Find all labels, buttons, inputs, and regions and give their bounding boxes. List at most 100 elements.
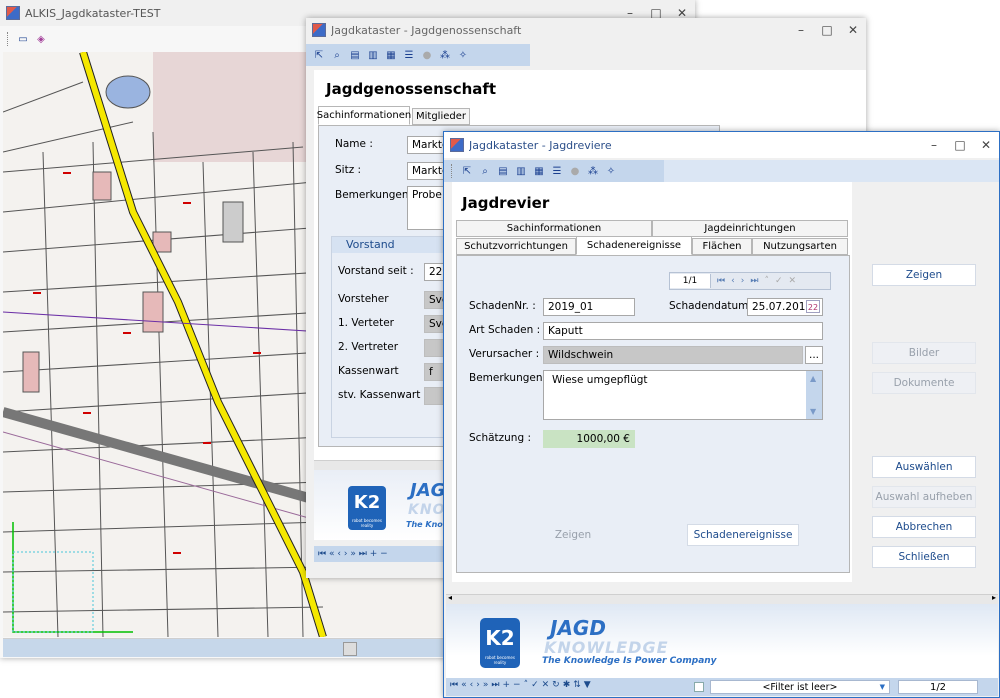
confirm-icon[interactable]: ✓ (775, 276, 783, 286)
jagdrevier-window: Jagdkataster - Jagdreviere – □ ✕ ⇱ ⌕ ▤ ▥… (443, 131, 1000, 698)
app-icon (6, 6, 20, 20)
verursacher-browse-button[interactable]: ... (805, 346, 823, 364)
circle-icon[interactable]: ● (567, 163, 583, 179)
auswaehlen-button[interactable]: Auswählen (872, 456, 976, 478)
add-record-icon[interactable]: + (502, 680, 513, 690)
auswahl-aufheben-button[interactable]: Auswahl aufheben (872, 486, 976, 508)
scroll-left-icon[interactable]: ◂ (448, 593, 452, 602)
schadennr-field[interactable]: 2019_01 (543, 298, 635, 316)
next-record-icon[interactable]: › (476, 680, 483, 690)
abbrechen-button[interactable]: Abbrechen (872, 516, 976, 538)
confirm-icon[interactable]: ✓ (531, 680, 542, 690)
next-page-icon[interactable]: » (350, 549, 356, 559)
tab-schadenereignisse[interactable]: Schadenereignisse (576, 236, 692, 255)
minimize-button[interactable]: – (788, 23, 814, 37)
cancel-icon[interactable]: ✕ (542, 680, 553, 690)
scroll-right-icon[interactable]: ▸ (992, 593, 996, 602)
refresh-icon[interactable]: ↻ (552, 680, 563, 690)
last-record-icon[interactable]: ⏭ (359, 549, 367, 559)
maximize-button[interactable]: □ (947, 138, 973, 152)
zoom-icon[interactable]: ⌕ (477, 163, 493, 179)
star-icon[interactable]: ✱ (563, 680, 574, 690)
add-record-icon[interactable]: + (370, 549, 378, 559)
tab-flaechen[interactable]: Flächen (692, 238, 752, 255)
maximize-button[interactable]: □ (814, 23, 840, 37)
circle-icon[interactable]: ● (419, 47, 435, 63)
close-button[interactable]: ✕ (973, 138, 999, 152)
remove-record-icon[interactable]: − (380, 549, 388, 559)
wand-icon[interactable]: ✧ (603, 163, 619, 179)
art-schaden-field[interactable]: Kaputt (543, 322, 823, 340)
verursacher-field[interactable]: Wildschwein (543, 346, 803, 364)
sort-icon[interactable]: ⇅ (573, 680, 584, 690)
schaetzung-field[interactable]: 1000,00 € (543, 430, 635, 448)
page-title: Jagdrevier (462, 194, 550, 212)
first-record-icon[interactable]: ⏮ (450, 680, 461, 690)
remove-record-icon[interactable]: − (513, 680, 524, 690)
select-icon[interactable]: ⇱ (311, 47, 327, 63)
bemerkungen-text: Wiese umgepflügt (552, 374, 648, 386)
calendar-icon[interactable]: 22 (806, 300, 820, 313)
k2-logo-subtext: robot becomes reality (352, 518, 382, 528)
close-button[interactable]: ✕ (840, 23, 866, 37)
jagdrevier-toolbar: ⇱ ⌕ ▤ ▥ ▦ ☰ ● ⁂ ✧ (444, 160, 668, 182)
first-record-icon[interactable]: ⏮ (717, 276, 725, 286)
next-record-icon[interactable]: › (344, 549, 348, 559)
zoom-icon[interactable]: ⌕ (329, 47, 345, 63)
inner-zeigen-button[interactable]: Zeigen (537, 524, 609, 546)
filter-checkbox[interactable] (694, 682, 704, 692)
bemerkungen-scrollbar[interactable]: ▲ ▼ (806, 371, 822, 419)
table-icon[interactable]: ▦ (531, 163, 547, 179)
first-record-icon[interactable]: ⏮ (318, 549, 326, 559)
print-icon[interactable]: ▤ (495, 163, 511, 179)
cancel-icon[interactable]: ✕ (788, 276, 796, 286)
print-preview-icon[interactable]: ▥ (513, 163, 529, 179)
chevron-down-icon[interactable]: ▼ (880, 681, 885, 694)
print-preview-icon[interactable]: ▥ (365, 47, 381, 63)
bemerkungen-field[interactable]: Wiese umgepflügt ▲ ▼ (543, 370, 823, 420)
prev-record-icon[interactable]: ‹ (337, 549, 341, 559)
tab-sachinformationen[interactable]: Sachinformationen (317, 106, 411, 125)
network-icon[interactable]: ⁂ (437, 47, 453, 63)
tab-mitglieder[interactable]: Mitglieder (412, 108, 470, 125)
map-window-icon[interactable]: ▭ (15, 31, 31, 47)
prev-record-icon[interactable]: ‹ (731, 276, 735, 286)
tab-schutzvorrichtungen[interactable]: Schutzvorrichtungen (456, 238, 576, 255)
table-icon[interactable]: ▦ (383, 47, 399, 63)
bilder-button[interactable]: Bilder (872, 342, 976, 364)
tab-nutzungsarten[interactable]: Nutzungsarten (752, 238, 848, 255)
move-up-icon[interactable]: ˄ (524, 680, 532, 690)
list-icon[interactable]: ☰ (549, 163, 565, 179)
dokumente-button[interactable]: Dokumente (872, 372, 976, 394)
last-record-icon[interactable]: ⏭ (491, 680, 502, 690)
wand-icon[interactable]: ✧ (455, 47, 471, 63)
brand-slogan: The Knowledge Is Power Company (542, 656, 717, 666)
sitz-label: Sitz : (335, 164, 362, 176)
prev-page-icon[interactable]: « (461, 680, 470, 690)
genossenschaft-titlebar[interactable]: Jagdkataster - Jagdgenossenschaft – □ ✕ (306, 18, 866, 42)
scroll-up-icon[interactable]: ▲ (810, 371, 816, 386)
select-icon[interactable]: ⇱ (459, 163, 475, 179)
jagdrevier-toolbar-extension (664, 160, 999, 182)
minimize-button[interactable]: – (921, 138, 947, 152)
print-icon[interactable]: ▤ (347, 47, 363, 63)
jagdrevier-titlebar[interactable]: Jagdkataster - Jagdreviere – □ ✕ (444, 132, 999, 158)
list-icon[interactable]: ☰ (401, 47, 417, 63)
kassenwart-label: Kassenwart (338, 365, 399, 377)
schadenereignisse-button[interactable]: Schadenereignisse (687, 524, 799, 546)
schliessen-button[interactable]: Schließen (872, 546, 976, 568)
layers-icon[interactable]: ◈ (33, 31, 49, 47)
zeigen-button[interactable]: Zeigen (872, 264, 976, 286)
move-up-icon[interactable]: ˄ (764, 276, 769, 286)
filter-dropdown[interactable]: <Filter ist leer> ▼ (710, 680, 890, 694)
genossenschaft-brand: K2 robot becomes reality JAG KNOW The Kn… (314, 470, 461, 540)
scroll-down-icon[interactable]: ▼ (810, 404, 816, 419)
scroll-thumb[interactable] (343, 642, 357, 656)
prev-page-icon[interactable]: « (329, 549, 335, 559)
next-record-icon[interactable]: › (741, 276, 745, 286)
last-record-icon[interactable]: ⏭ (750, 276, 758, 286)
tab-jagdeinrichtungen[interactable]: Jagdeinrichtungen (652, 220, 848, 237)
filter-icon[interactable]: ▼ (584, 680, 594, 690)
tab-sachinformationen[interactable]: Sachinformationen (456, 220, 652, 237)
network-icon[interactable]: ⁂ (585, 163, 601, 179)
